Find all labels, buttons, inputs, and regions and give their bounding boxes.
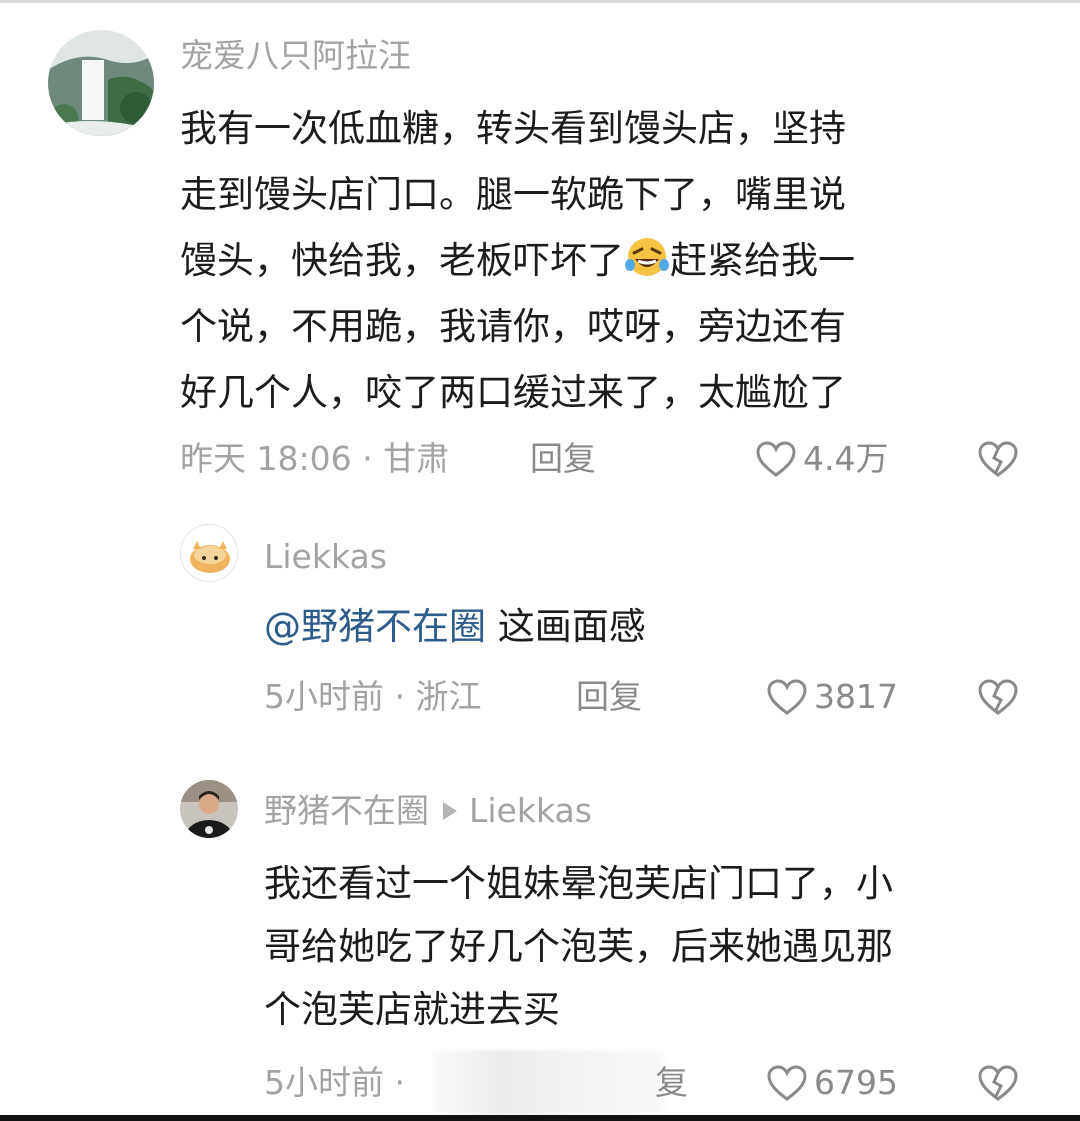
dislike-button[interactable] — [977, 440, 1019, 482]
divider — [0, 1115, 1080, 1121]
reply-to-name[interactable]: Liekkas — [469, 791, 592, 830]
like-button[interactable]: 6795 — [766, 1060, 898, 1106]
reply-button[interactable]: 复 — [655, 1060, 688, 1106]
author-name[interactable]: 野猪不在圈 — [264, 791, 429, 830]
comment-line: 我有一次低血糖，转头看到馒头店，坚持 — [180, 107, 846, 150]
comment-line: 我还看过一个姐妹晕泡芙店门口了，小 — [264, 862, 893, 905]
broken-heart-icon — [978, 679, 1018, 715]
comment-location: 甘肃 — [383, 439, 450, 478]
comment-username[interactable]: 宠爱八只阿拉汪 — [180, 34, 411, 78]
avatar[interactable] — [180, 780, 238, 838]
comment-username[interactable]: Liekkas — [264, 535, 387, 579]
blurred-redaction — [432, 1050, 664, 1116]
comment-meta: 5小时前 · — [264, 1060, 405, 1106]
divider — [0, 0, 1080, 3]
mention-link[interactable]: @野猪不在圈 — [264, 605, 486, 648]
comment-line: 个泡芙店就进去买 — [264, 988, 560, 1031]
person-avatar-image — [180, 780, 238, 838]
bread-cat-avatar-image — [181, 525, 237, 581]
like-count: 6795 — [814, 1063, 898, 1102]
comment-line-part: 这画面感 — [486, 605, 646, 648]
like-button[interactable]: 3817 — [766, 674, 898, 720]
comment-thread: 宠爱八只阿拉汪 我有一次低血糖，转头看到馒头店，坚持 走到馒头店门口。腿一软跪下… — [0, 0, 1080, 1121]
comment-time: 昨天 18:06 — [180, 439, 352, 478]
rofl-emoji-icon — [625, 238, 669, 276]
comment-text: @野猪不在圈 这画面感 — [264, 596, 646, 658]
avatar[interactable] — [48, 30, 154, 136]
comment-text: 我有一次低血糖，转头看到馒头店，坚持 走到馒头店门口。腿一软跪下了，嘴里说 馒头… — [180, 96, 855, 426]
comment-line: 好几个人，咬了两口缓过来了，太尴尬了 — [180, 371, 846, 414]
like-button[interactable]: 4.4万 — [755, 436, 888, 482]
comment-line: 馒头，快给我，老板吓坏了 赶紧给我一 — [180, 228, 855, 294]
dislike-button[interactable] — [977, 1064, 1019, 1106]
comment-time: 5小时前 — [264, 677, 384, 716]
like-count: 4.4万 — [803, 439, 889, 478]
reply-arrow-icon — [443, 802, 457, 820]
heart-icon — [767, 679, 807, 715]
broken-heart-icon — [978, 1065, 1018, 1101]
dislike-button[interactable] — [977, 678, 1019, 720]
comment-text: 我还看过一个姐妹晕泡芙店门口了，小 哥给她吃了好几个泡芙，后来她遇见那 个泡芙店… — [264, 852, 893, 1041]
comment-line-part: 馒头，快给我，老板吓坏了 — [180, 239, 624, 282]
comment-line: 哥给她吃了好几个泡芙，后来她遇见那 — [264, 925, 893, 968]
heart-icon — [756, 441, 796, 477]
reply-button[interactable]: 回复 — [530, 436, 596, 482]
broken-heart-icon — [978, 441, 1018, 477]
meta-separator: · — [394, 1063, 406, 1102]
waterfall-avatar-image — [48, 30, 154, 136]
comment-meta: 昨天 18:06 · 甘肃 — [180, 436, 449, 482]
heart-icon — [767, 1065, 807, 1101]
comment-location: 浙江 — [415, 677, 482, 716]
reply-button[interactable]: 回复 — [576, 674, 642, 720]
meta-separator: · — [394, 677, 416, 716]
avatar[interactable] — [180, 524, 238, 582]
like-count: 3817 — [814, 677, 898, 716]
comment-time: 5小时前 — [264, 1063, 384, 1102]
comment-line: 个说，不用跪，我请你，哎呀，旁边还有 — [180, 305, 846, 348]
comment-line-part: 赶紧给我一 — [670, 239, 855, 282]
meta-separator: · — [362, 439, 384, 478]
comment-line: @野猪不在圈 这画面感 — [264, 596, 646, 658]
comment-line: 走到馒头店门口。腿一软跪下了，嘴里说 — [180, 173, 846, 216]
comment-meta: 5小时前 · 浙江 — [264, 674, 481, 720]
comment-username[interactable]: 野猪不在圈 Liekkas — [264, 789, 592, 833]
